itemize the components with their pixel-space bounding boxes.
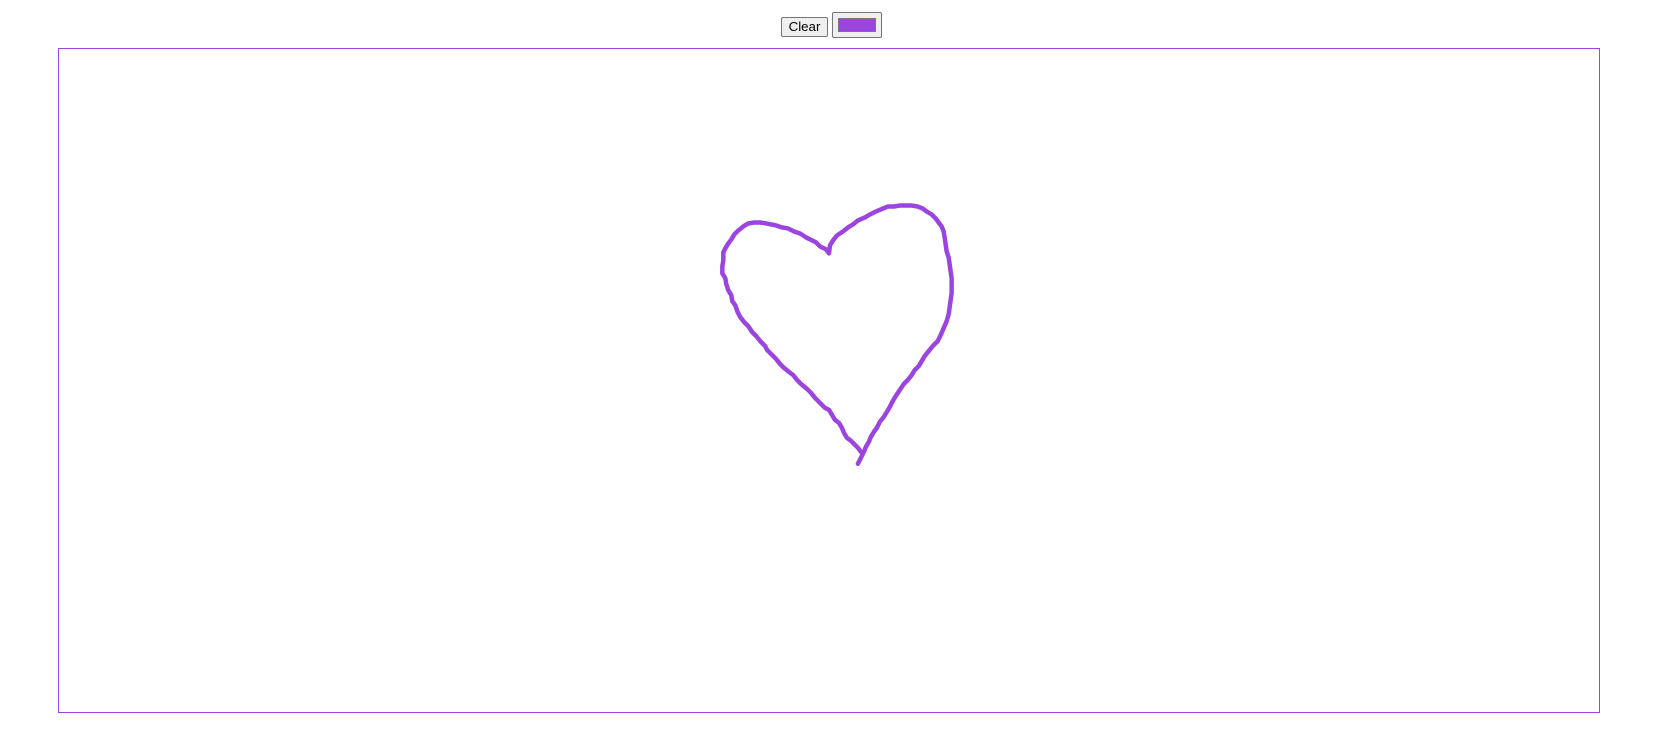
clear-button[interactable]: Clear [780, 16, 829, 37]
canvas-surface[interactable] [59, 49, 1599, 712]
color-picker[interactable] [832, 12, 883, 38]
toolbar: Clear [0, 12, 1663, 38]
heart-stroke [720, 203, 954, 466]
drawing-canvas[interactable] [58, 48, 1600, 713]
color-swatch [838, 18, 877, 32]
